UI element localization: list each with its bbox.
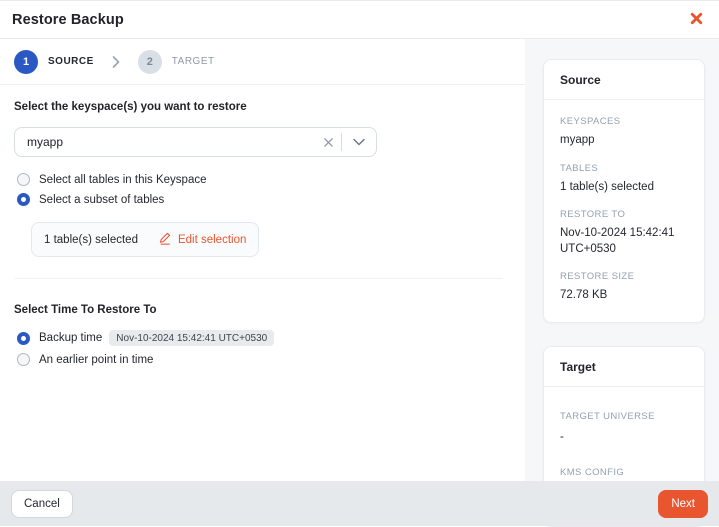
summary-sidebar: Source KEYSPACES myapp TABLES 1 table(s)… [525, 39, 719, 481]
close-icon [690, 12, 703, 28]
keyspace-select-value: myapp [15, 135, 315, 149]
clear-selection-icon[interactable] [315, 128, 341, 156]
radio-earlier-point[interactable]: An earlier point in time [17, 353, 511, 366]
step-2-circle: 2 [138, 50, 162, 74]
section-divider [15, 278, 503, 279]
modal-body: 1 SOURCE 2 TARGET Select the keyspace(s)… [0, 39, 719, 481]
pencil-icon [158, 231, 172, 248]
radio-unselected-icon[interactable] [17, 173, 30, 186]
field-label: RESTORE TO [560, 209, 688, 220]
field-value: 1 table(s) selected [560, 180, 688, 196]
radio-subset-tables-label: Select a subset of tables [39, 194, 164, 206]
radio-backup-time[interactable]: Backup time Nov-10-2024 15:42:41 UTC+053… [17, 330, 511, 346]
radio-all-tables-label: Select all tables in this Keyspace [39, 174, 206, 186]
chevron-down-icon[interactable] [342, 128, 376, 156]
step-source: 1 SOURCE [14, 50, 94, 74]
field-value: 72.78 KB [560, 288, 688, 304]
step-1-circle: 1 [14, 50, 38, 74]
backup-time-badge: Nov-10-2024 15:42:41 UTC+0530 [109, 330, 274, 346]
radio-selected-icon[interactable] [17, 193, 30, 206]
radio-selected-icon[interactable] [17, 332, 30, 345]
keyspace-section-label: Select the keyspace(s) you want to resto… [14, 101, 511, 113]
form-area: Select the keyspace(s) you want to resto… [0, 85, 525, 481]
source-card-title: Source [544, 60, 704, 100]
radio-backup-time-label: Backup time [39, 332, 102, 344]
table-selection-summary: 1 table(s) selected Edit selection [31, 222, 259, 257]
modal-header: Restore Backup [0, 1, 719, 39]
field-value: - [560, 430, 688, 446]
source-card: Source KEYSPACES myapp TABLES 1 table(s)… [543, 59, 705, 323]
edit-selection-button[interactable]: Edit selection [158, 231, 246, 248]
target-card-title: Target [544, 347, 704, 387]
stepper: 1 SOURCE 2 TARGET [0, 39, 525, 85]
time-section-label: Select Time To Restore To [14, 304, 511, 316]
cancel-button[interactable]: Cancel [11, 490, 73, 518]
field-value: myapp [560, 133, 688, 149]
step-2-label: TARGET [172, 56, 215, 67]
close-button[interactable] [683, 7, 709, 33]
source-card-body: KEYSPACES myapp TABLES 1 table(s) select… [544, 100, 704, 322]
modal-footer: Cancel Next [0, 481, 719, 526]
keyspace-select[interactable]: myapp [14, 127, 377, 157]
selected-table-count: 1 table(s) selected [44, 234, 138, 246]
radio-subset-tables[interactable]: Select a subset of tables [17, 193, 511, 206]
step-1-label: SOURCE [48, 56, 94, 67]
field-label: KEYSPACES [560, 116, 688, 127]
field-label: TABLES [560, 163, 688, 174]
field-label: TARGET UNIVERSE [560, 411, 688, 422]
radio-unselected-icon[interactable] [17, 353, 30, 366]
next-button[interactable]: Next [658, 490, 708, 518]
step-target: 2 TARGET [138, 50, 215, 74]
radio-earlier-point-label: An earlier point in time [39, 354, 153, 366]
field-label: KMS CONFIG [560, 467, 688, 478]
radio-all-tables[interactable]: Select all tables in this Keyspace [17, 173, 511, 186]
field-value: Nov-10-2024 15:42:41 UTC+0530 [560, 226, 688, 257]
chevron-right-icon [112, 56, 120, 68]
main-column: 1 SOURCE 2 TARGET Select the keyspace(s)… [0, 39, 525, 481]
field-label: RESTORE SIZE [560, 271, 688, 282]
edit-selection-label: Edit selection [178, 234, 246, 246]
page-title: Restore Backup [12, 12, 124, 28]
